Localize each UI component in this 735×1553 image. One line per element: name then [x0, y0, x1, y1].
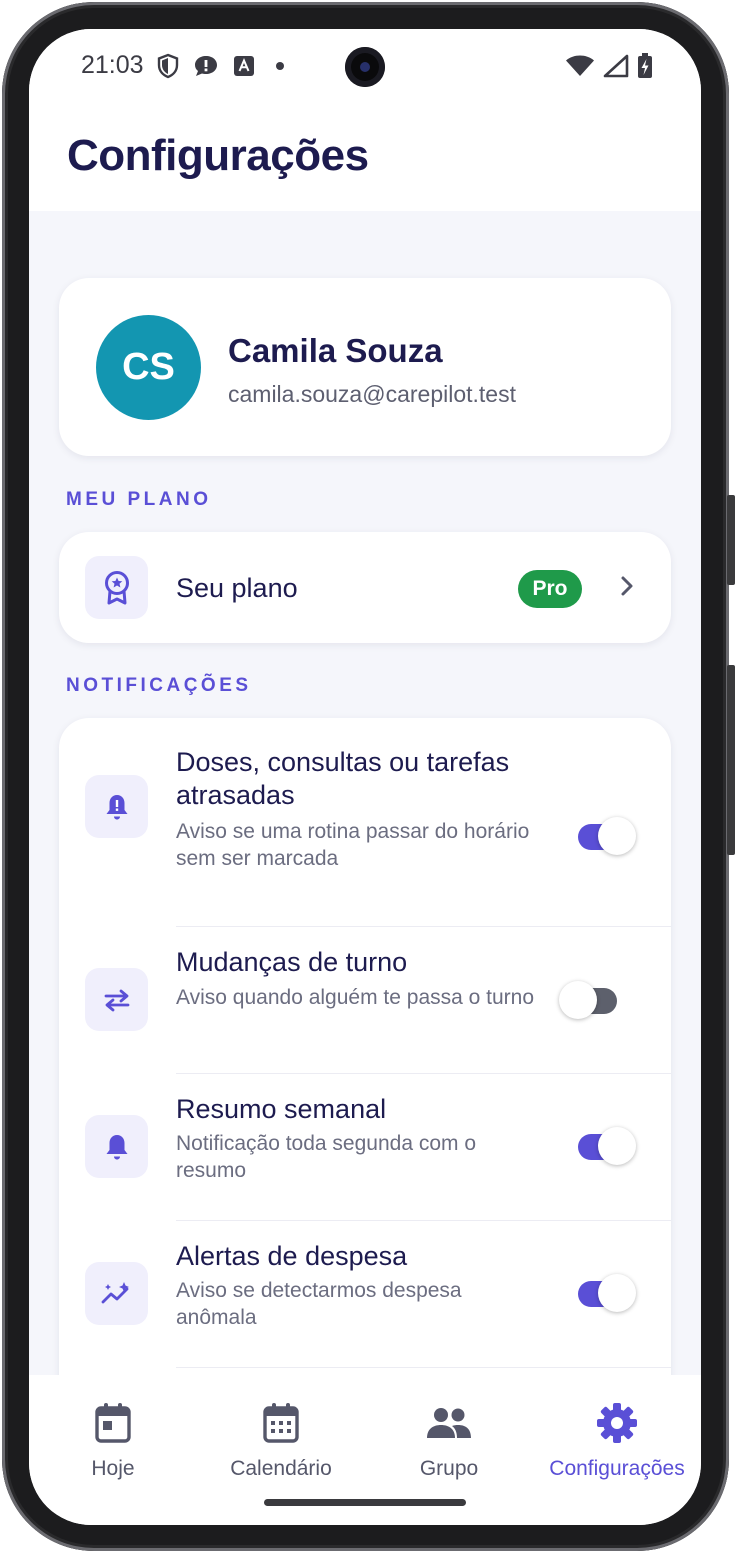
- notification-title: Alertas de despesa: [176, 1241, 408, 1271]
- volume-button: [727, 665, 735, 855]
- trend-sparkle-icon: [85, 1262, 148, 1325]
- swap-arrows-icon: [85, 968, 148, 1031]
- home-indicator[interactable]: [264, 1499, 466, 1506]
- toggle-overdue[interactable]: [574, 816, 636, 856]
- notification-description: Notificação toda segunda com o resumo: [176, 1132, 477, 1182]
- divider: [176, 1220, 671, 1221]
- toggle-weekly-summary[interactable]: [574, 1126, 636, 1166]
- notification-description: Aviso se uma rotina passar do horário se…: [176, 820, 530, 870]
- chevron-right-icon: [617, 574, 637, 603]
- nav-item-group[interactable]: Grupo: [369, 1401, 529, 1481]
- header: Configurações: [29, 109, 701, 211]
- screen: 21:03 Configurações CS Camila Souza cami…: [29, 29, 701, 1525]
- award-icon: [85, 556, 148, 619]
- notification-description: Aviso se detectarmos despesa anômala: [176, 1279, 462, 1329]
- nav-item-calendar[interactable]: Calendário: [201, 1401, 361, 1481]
- shield-icon: [157, 53, 179, 79]
- camera-cutout: [345, 47, 385, 87]
- nav-label: Grupo: [419, 1457, 479, 1480]
- notification-description: Aviso quando alguém te passa o turno: [176, 986, 535, 1009]
- divider: [176, 1073, 671, 1074]
- divider: [176, 926, 671, 927]
- notifications-card: Doses, consultas ou tarefas atrasadas Av…: [59, 718, 671, 1438]
- notification-title: Mudanças de turno: [176, 947, 408, 977]
- status-left-icons: [157, 53, 291, 79]
- calendar-month-icon: [201, 1401, 361, 1445]
- pro-badge: Pro: [518, 570, 582, 608]
- plan-title: Seu plano: [176, 573, 298, 603]
- nav-label: Calendário: [230, 1457, 332, 1480]
- profile-email: camila.souza@carepilot.test: [228, 381, 516, 407]
- page-title: Configurações: [67, 131, 369, 180]
- nav-item-today[interactable]: Hoje: [33, 1401, 193, 1481]
- wifi-icon: [565, 54, 595, 83]
- notification-title: Doses, consultas ou tarefas atrasadas: [176, 747, 510, 810]
- divider: [176, 1367, 671, 1368]
- nav-item-settings[interactable]: Configurações: [537, 1401, 697, 1481]
- plan-item[interactable]: Seu plano Pro: [59, 532, 671, 643]
- section-label-plan: MEU PLANO: [66, 489, 212, 510]
- notification-title: Resumo semanal: [176, 1094, 387, 1124]
- nav-label: Configurações: [549, 1457, 685, 1480]
- toggle-expense-alerts[interactable]: [574, 1273, 636, 1313]
- profile-name: Camila Souza: [228, 332, 443, 369]
- profile-card[interactable]: CS Camila Souza camila.souza@carepilot.t…: [59, 278, 671, 456]
- nav-label: Hoje: [91, 1457, 135, 1480]
- avatar: CS: [96, 315, 201, 420]
- gear-icon: [537, 1401, 697, 1445]
- toggle-shift-changes[interactable]: [559, 980, 621, 1020]
- bell-icon: [85, 1115, 148, 1178]
- power-button: [727, 495, 735, 585]
- calendar-day-icon: [33, 1401, 193, 1445]
- dot-icon: [269, 55, 291, 77]
- group-icon: [369, 1401, 529, 1445]
- a-badge-icon: [233, 55, 255, 77]
- battery-charging-icon: [637, 53, 653, 84]
- section-label-notifications: NOTIFICAÇÕES: [66, 675, 252, 696]
- bell-alert-icon: [85, 775, 148, 838]
- signal-icon: [603, 54, 629, 83]
- status-bar: 21:03: [29, 29, 701, 109]
- status-time: 21:03: [81, 51, 144, 79]
- status-right-icons: [565, 53, 653, 84]
- chat-alert-icon: [193, 54, 219, 78]
